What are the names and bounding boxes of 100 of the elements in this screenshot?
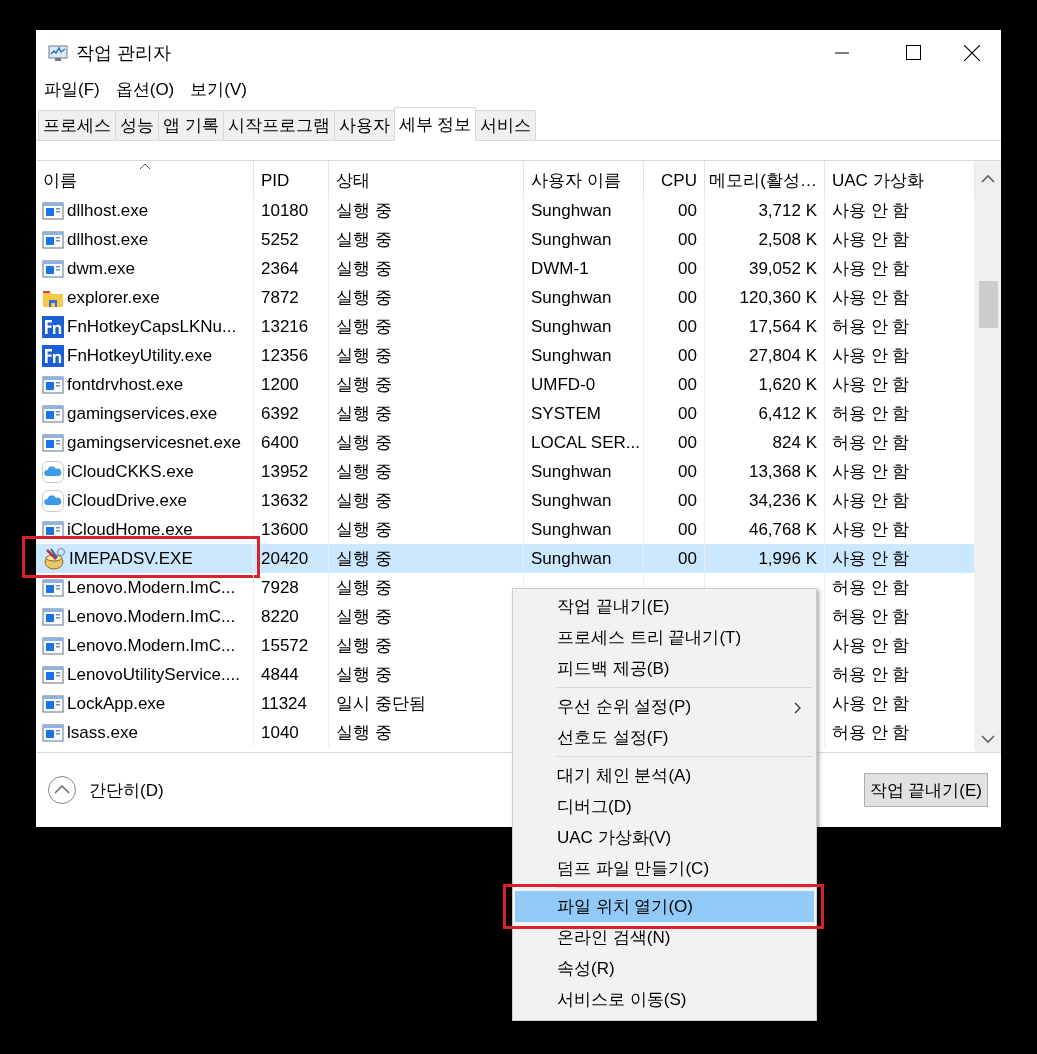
menu-item[interactable]: 디버그(D) xyxy=(515,791,814,822)
column-header[interactable]: 메모리(활성… xyxy=(709,169,817,192)
process-name: dllhost.exe xyxy=(67,229,149,250)
end-task-button[interactable]: 작업 끝내기(E) xyxy=(863,773,988,807)
column-header[interactable]: 사용자 이름 xyxy=(531,169,621,192)
tab[interactable]: 시작프로그램 xyxy=(222,110,335,140)
table-cell-text: 사용 안 함 xyxy=(832,548,910,570)
table-cell: 1,620 K xyxy=(758,374,817,395)
menu-item[interactable]: UAC 가상화(V) xyxy=(515,822,814,853)
menu-item[interactable]: 보기(V) xyxy=(189,77,248,101)
process-name: dwm.exe xyxy=(67,258,136,279)
scrollbar[interactable] xyxy=(975,161,1001,752)
process-name: iCloudDrive.exe xyxy=(67,490,187,511)
menu-item[interactable]: 온라인 검색(N) xyxy=(515,922,814,953)
table-row[interactable]: dwm.exe 2364 실행 중 DWM-1 00 39,052 K 사용 안 함 xyxy=(36,254,975,283)
table-cell: SYSTEM xyxy=(531,403,601,424)
table-cell-text: 실행 중 xyxy=(336,664,392,686)
process-name: IMEPADSV.EXE xyxy=(69,548,193,569)
table-cell-text: 허용 안 함 xyxy=(832,577,910,599)
table-row[interactable]: IMEPADSV.EXE 20420 실행 중 Sunghwan 00 1,996 K 사용 안 함 xyxy=(36,544,975,573)
tab[interactable]: 앱 기록 xyxy=(158,110,224,140)
table-row[interactable]: dllhost.exe 10180 실행 중 Sunghwan 00 3,712 K 사용 안 함 xyxy=(36,196,975,225)
table-cell-text: 실행 중 xyxy=(336,287,392,309)
table-cell: 8220 xyxy=(261,606,299,627)
table-cell: Sunghwan xyxy=(531,490,612,511)
window-icon xyxy=(42,635,64,656)
column-header[interactable]: PID xyxy=(261,170,290,191)
table-cell: Sunghwan xyxy=(531,287,612,308)
table-row[interactable]: fontdrvhost.exe 1200 실행 중 UMFD-0 00 1,620 K 사용 안 함 xyxy=(36,370,975,399)
table-row[interactable]: iCloudCKKS.exe 13952 실행 중 Sunghwan 00 13,368 K 사용 안 함 xyxy=(36,457,975,486)
minimize-icon xyxy=(835,51,849,54)
table-cell-text: 일시 중단됨 xyxy=(336,693,426,715)
table-cell: 27,804 K xyxy=(748,345,817,366)
table-cell: 13216 xyxy=(261,316,309,337)
table-cell-text: 사용 안 함 xyxy=(832,693,910,715)
table-cell: Sunghwan xyxy=(531,519,612,540)
table-cell: 00 xyxy=(678,374,697,395)
table-cell-text: 실행 중 xyxy=(336,403,392,425)
collapse-icon xyxy=(47,775,77,805)
table-cell: 4844 xyxy=(261,664,299,685)
table-cell: 7872 xyxy=(261,287,299,308)
table-cell: 00 xyxy=(678,316,697,337)
table-cell: 11324 xyxy=(261,693,307,714)
monitor-chart-icon xyxy=(48,43,68,62)
table-cell: Sunghwan xyxy=(531,200,612,221)
column-header[interactable]: CPU xyxy=(661,170,697,191)
column-header[interactable]: UAC 가상화 xyxy=(832,169,924,192)
table-cell: 15572 xyxy=(261,635,309,656)
window-icon xyxy=(42,606,64,627)
table-cell: 5252 xyxy=(261,229,299,250)
menu-item[interactable]: 파일 위치 열기(O) xyxy=(515,891,814,922)
maximize-icon xyxy=(905,45,921,60)
menu-item[interactable]: 덤프 파일 만들기(C) xyxy=(515,853,814,884)
table-row[interactable]: iCloudDrive.exe 13632 실행 중 Sunghwan 00 34,236 K 사용 안 함 xyxy=(36,486,975,515)
column-header[interactable]: 이름 xyxy=(43,169,77,192)
scrollbar-thumb[interactable] xyxy=(979,281,998,328)
table-cell-text: 사용 안 함 xyxy=(832,490,910,512)
table-cell: 20420 xyxy=(261,548,309,569)
process-name: Lenovo.Modern.ImC... xyxy=(67,577,236,598)
table-row[interactable]: gamingservicesnet.exe 6400 실행 중 LOCAL SER... 00 824 K 허용 안 함 xyxy=(36,428,975,457)
menu-item[interactable]: 옵션(O) xyxy=(114,77,176,101)
tab[interactable]: 서비스 xyxy=(475,110,537,140)
table-cell: 120,360 K xyxy=(739,287,817,308)
table-cell-text: 사용 안 함 xyxy=(832,229,910,251)
table-row[interactable]: FnHotkeyCapsLKNu... 13216 실행 중 Sunghwan 00 17,564 K 허용 안 함 xyxy=(36,312,975,341)
table-cell: 00 xyxy=(678,461,697,482)
tab[interactable]: 세부 정보 xyxy=(393,107,477,141)
menu-item[interactable]: 대기 체인 분석(A) xyxy=(515,760,814,791)
table-cell: 1,996 K xyxy=(758,548,817,569)
process-name: Lenovo.Modern.ImC... xyxy=(67,635,236,656)
window-icon xyxy=(42,577,64,598)
table-cell-text: 실행 중 xyxy=(336,432,392,454)
tab[interactable]: 프로세스 xyxy=(38,110,116,140)
table-row[interactable]: gamingservices.exe 6392 실행 중 SYSTEM 00 6,412 K 허용 안 함 xyxy=(36,399,975,428)
process-name: fontdrvhost.exe xyxy=(67,374,184,395)
tab[interactable]: 성능 xyxy=(115,110,159,140)
table-cell-text: 사용 안 함 xyxy=(832,635,910,657)
table-row[interactable]: dllhost.exe 5252 실행 중 Sunghwan 00 2,508 K 사용 안 함 xyxy=(36,225,975,254)
column-header[interactable]: 상태 xyxy=(336,169,370,192)
table-cell: 2,508 K xyxy=(758,229,817,250)
table-cell: 00 xyxy=(678,258,697,279)
window-icon xyxy=(42,693,64,714)
table-row[interactable]: FnHotkeyUtility.exe 12356 실행 중 Sunghwan 00 27,804 K 사용 안 함 xyxy=(36,341,975,370)
table-row[interactable]: explorer.exe 7872 실행 중 Sunghwan 00 120,360 K 사용 안 함 xyxy=(36,283,975,312)
table-cell: 00 xyxy=(678,548,697,569)
tab[interactable]: 사용자 xyxy=(333,110,395,140)
table-cell: 00 xyxy=(678,229,697,250)
table-cell: 7928 xyxy=(261,577,299,598)
process-name: LenovoUtilityService.... xyxy=(67,664,240,685)
menu-item[interactable]: 서비스로 이동(S) xyxy=(515,984,814,1015)
table-cell-text: 허용 안 함 xyxy=(832,722,910,744)
menu-item[interactable]: 파일(F) xyxy=(43,77,101,101)
table-cell: Sunghwan xyxy=(531,548,612,569)
menu-item[interactable]: 속성(R) xyxy=(515,953,814,984)
process-name: iCloudHome.exe xyxy=(67,519,193,540)
table-cell-text: 실행 중 xyxy=(336,374,392,396)
table-cell: Sunghwan xyxy=(531,229,612,250)
table-cell-text: 실행 중 xyxy=(336,345,392,367)
window-icon xyxy=(42,200,64,221)
fewer-details-link[interactable]: 간단히(D) xyxy=(89,778,164,802)
